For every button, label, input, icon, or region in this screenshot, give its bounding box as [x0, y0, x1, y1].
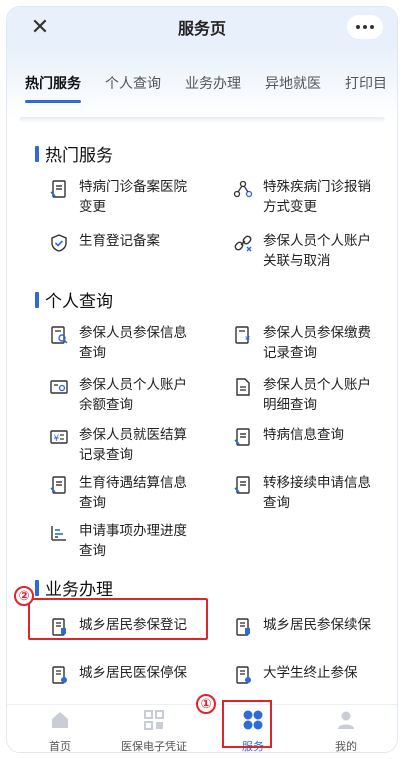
doc-edit-icon: [50, 476, 66, 494]
doc-edit-icon: [234, 476, 250, 494]
nav-label: 医保电子凭证: [121, 741, 187, 753]
service-item-insurance-info-query[interactable]: 参保人员参保信息 查询: [49, 323, 187, 363]
tab-personal-query[interactable]: 个人查询: [105, 69, 161, 97]
annotation-badge-1: ①: [196, 694, 216, 714]
item-label: 生育登记备案: [79, 233, 160, 248]
section-title-personal: 个人查询: [35, 287, 113, 312]
doc-money-icon: ¥: [235, 326, 250, 344]
svg-text:¥: ¥: [245, 335, 250, 344]
doc-stop-icon: [236, 666, 251, 684]
yen-card-icon: ¥: [50, 430, 68, 444]
service-item-account-link-cancel[interactable]: 参保人员个人账户 关联与取消: [233, 231, 371, 271]
qr-code-icon: [144, 710, 164, 730]
item-label: 参保人员就医结算 记录查询: [79, 427, 187, 462]
shield-check-icon: [51, 234, 67, 252]
svg-text:¥: ¥: [54, 434, 60, 444]
molecule-icon: [233, 180, 253, 198]
section-title-text: 业务办理: [45, 580, 113, 599]
item-label: 特病信息查询: [263, 427, 344, 442]
service-item-birth-benefit-query[interactable]: 生育待遇结算信息 查询: [49, 473, 187, 513]
section-title-text: 个人查询: [45, 292, 113, 311]
annotation-badge-2: ②: [14, 586, 34, 606]
user-icon: [338, 711, 354, 729]
section-accent-bar: [35, 579, 39, 596]
nav-mine[interactable]: 我的: [311, 709, 381, 753]
progress-chart-icon: [51, 526, 66, 541]
item-label: 特殊疾病门诊报销 方式变更: [263, 179, 371, 214]
item-label: 城乡居民参保续保: [263, 617, 371, 632]
tab-business[interactable]: 业务办理: [185, 69, 241, 97]
doc-edit-icon: [50, 180, 66, 198]
section-title-hot: 热门服务: [35, 141, 113, 166]
service-item-account-detail-query[interactable]: 参保人员个人账户 明细查询: [233, 375, 371, 415]
doc-register-icon: [236, 618, 250, 636]
tab-bar: 热门服务 个人查询 业务办理 异地就医 打印目: [7, 47, 397, 119]
doc-search-icon: [51, 326, 68, 344]
card-search-icon: [50, 380, 68, 394]
section-title-business: 业务办理: [35, 575, 113, 600]
service-item-resident-suspend[interactable]: 城乡居民医保停保: [49, 663, 187, 685]
service-item-transfer-application-query[interactable]: 转移接续申请信息 查询: [233, 473, 371, 513]
page-title: 服务页: [177, 21, 226, 38]
service-item-payment-record-query[interactable]: ¥ 参保人员参保缴费 记录查询: [233, 323, 371, 363]
item-label: 生育待遇结算信息 查询: [79, 475, 187, 510]
item-label: 参保人员参保信息 查询: [79, 325, 187, 360]
document-icon: [236, 378, 250, 396]
link-cancel-icon: [234, 235, 252, 252]
close-icon[interactable]: ✕: [29, 16, 51, 38]
service-item-resident-renewal[interactable]: 城乡居民参保续保: [233, 615, 371, 637]
app-frame: ✕ 服务页 热门服务 个人查询 业务办理 异地就医 打印目 热门服务 特病门诊备…: [6, 6, 398, 753]
title-bar: ✕ 服务页: [7, 7, 397, 47]
doc-edit-icon: [234, 428, 250, 446]
service-item-birth-registration[interactable]: 生育登记备案: [49, 231, 160, 253]
section-title-text: 热门服务: [45, 146, 113, 165]
item-label: 参保人员个人账户 余额查询: [79, 377, 187, 412]
item-label: 转移接续申请信息 查询: [263, 475, 371, 510]
item-label: 参保人员个人账户 明细查询: [263, 377, 371, 412]
section-accent-bar: [35, 145, 39, 162]
item-label: 申请事项办理进度 查询: [79, 523, 187, 558]
item-label: 特病门诊备案医院 变更: [79, 179, 187, 214]
service-item-special-disease-info-query[interactable]: 特病信息查询: [233, 425, 344, 447]
nav-label: 首页: [49, 741, 71, 753]
highlight-box-services: [222, 700, 272, 748]
service-item-special-disease-reimburse-change[interactable]: 特殊疾病门诊报销 方式变更: [233, 177, 371, 217]
more-options-button[interactable]: [347, 15, 383, 39]
service-item-account-balance-query[interactable]: 参保人员个人账户 余额查询: [49, 375, 187, 415]
item-label: 参保人员个人账户 关联与取消: [263, 233, 371, 268]
section-accent-bar: [35, 291, 39, 308]
item-label: 城乡居民医保停保: [79, 665, 187, 680]
tab-hot-services[interactable]: 热门服务: [25, 69, 81, 103]
service-item-application-progress-query[interactable]: 申请事项办理进度 查询: [49, 521, 187, 561]
home-icon: [52, 712, 68, 728]
tab-remote-medical[interactable]: 异地就医: [265, 69, 321, 97]
tab-print[interactable]: 打印目: [345, 69, 387, 97]
service-item-special-disease-hospital-change[interactable]: 特病门诊备案医院 变更: [49, 177, 187, 217]
highlight-box-registration: [28, 598, 208, 640]
doc-stop-icon: [52, 666, 67, 684]
nav-e-voucher[interactable]: 医保电子凭证: [119, 709, 189, 753]
tab-divider: [19, 117, 385, 123]
item-label: 参保人员参保缴费 记录查询: [263, 325, 371, 360]
service-item-student-terminate[interactable]: 大学生终止参保: [233, 663, 358, 685]
nav-label: 我的: [335, 741, 357, 753]
service-item-settlement-record-query[interactable]: ¥ 参保人员就医结算 记录查询: [49, 425, 187, 465]
item-label: 大学生终止参保: [263, 665, 358, 680]
nav-home[interactable]: 首页: [25, 709, 95, 753]
